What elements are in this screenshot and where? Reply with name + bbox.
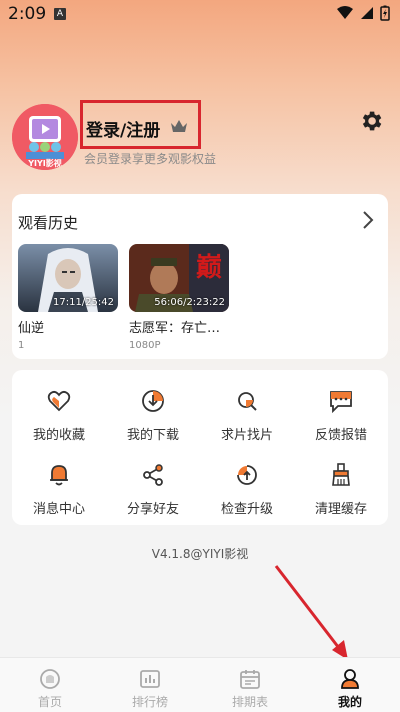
history-progress-time: 17:11/25:42	[52, 297, 114, 308]
menu-item-label: 反馈报错	[314, 428, 367, 443]
tab-home[interactable]: 首页	[0, 658, 100, 712]
menu-item-label: 求片找片	[220, 428, 273, 443]
tab-label: 排行榜	[131, 695, 168, 709]
menu-item-label: 清理缓存	[314, 502, 367, 517]
tab-label: 首页	[37, 695, 62, 709]
menu-item-share[interactable]: 分享好友	[106, 462, 200, 522]
tab-label: 我的	[337, 695, 362, 709]
menu-item-label: 我的下载	[126, 428, 179, 443]
share-icon	[143, 464, 163, 486]
calendar-icon	[240, 670, 260, 689]
highlight-box	[80, 100, 201, 149]
wifi-icon	[337, 6, 353, 19]
history-thumbnail-2[interactable]: 巅 56:06/2:23:22	[129, 244, 229, 312]
upgrade-icon	[237, 465, 257, 485]
watch-history-card: 观看历史 17:11/25:42 仙逆 1 巅 56:06/2:23:22 志愿…	[12, 194, 388, 359]
status-icons	[336, 5, 390, 21]
tab-ranking[interactable]: 排行榜	[100, 658, 200, 712]
menu-item-label: 消息中心	[32, 502, 85, 517]
tab-schedule[interactable]: 排期表	[200, 658, 300, 712]
menu-item-clear-cache[interactable]: 清理缓存	[294, 462, 388, 522]
menu-item-favorites[interactable]: 我的收藏	[12, 388, 106, 448]
logo-text: YIYI影视	[27, 158, 62, 168]
login-subtitle: 会员登录享更多观影权益	[84, 152, 217, 166]
home-icon	[40, 669, 60, 689]
history-progress-time: 56:06/2:23:22	[154, 297, 225, 308]
bell-icon	[50, 465, 68, 486]
broom-icon	[332, 463, 350, 486]
watch-history-title: 观看历史	[18, 214, 79, 232]
version-text: V4.1.8@YIYI影视	[151, 547, 249, 561]
bottom-tab-bar: 首页 排行榜 排期表 我的	[0, 657, 400, 712]
status-time: 2:09	[8, 4, 47, 24]
settings-gear-icon[interactable]	[358, 108, 384, 134]
menu-item-messages[interactable]: 消息中心	[12, 462, 106, 522]
history-item-title[interactable]: 志愿军：存亡…	[129, 317, 220, 336]
menu-item-feedback[interactable]: 反馈报错	[294, 388, 388, 448]
download-icon	[142, 390, 164, 412]
history-item-title[interactable]: 仙逆	[18, 317, 44, 336]
profile-icon	[341, 669, 359, 689]
tab-mine[interactable]: 我的	[300, 658, 400, 712]
avatar[interactable]: YIYI影视	[12, 104, 78, 170]
menu-item-label: 我的收藏	[32, 428, 85, 443]
ranking-icon	[140, 670, 160, 688]
menu-item-request-film[interactable]: 求片找片	[200, 388, 294, 448]
app-logo-icon: YIYI影视	[12, 104, 78, 170]
menu-grid-card: 我的收藏 我的下载 求片找片 反馈报错 消息中心 分享好友 检查升级 清理缓存	[12, 370, 388, 525]
heart-icon	[47, 390, 71, 412]
history-thumbnail-1[interactable]: 17:11/25:42	[18, 244, 118, 312]
menu-item-downloads[interactable]: 我的下载	[106, 388, 200, 448]
menu-item-check-update[interactable]: 检查升级	[200, 462, 294, 522]
search-film-icon	[238, 392, 257, 411]
status-bar: 2:09 A	[0, 0, 400, 28]
signal-icon	[361, 7, 373, 19]
menu-item-label: 检查升级	[220, 502, 273, 517]
chevron-right-icon[interactable]	[362, 210, 374, 230]
history-item-subtitle: 1	[18, 340, 25, 351]
tab-label: 排期表	[231, 695, 268, 709]
svg-text:巅: 巅	[196, 253, 222, 283]
feedback-icon	[330, 391, 352, 414]
history-item-subtitle: 1080P	[129, 340, 161, 351]
battery-icon	[380, 5, 390, 21]
menu-item-label: 分享好友	[126, 502, 179, 517]
notification-icon: A	[54, 8, 66, 20]
